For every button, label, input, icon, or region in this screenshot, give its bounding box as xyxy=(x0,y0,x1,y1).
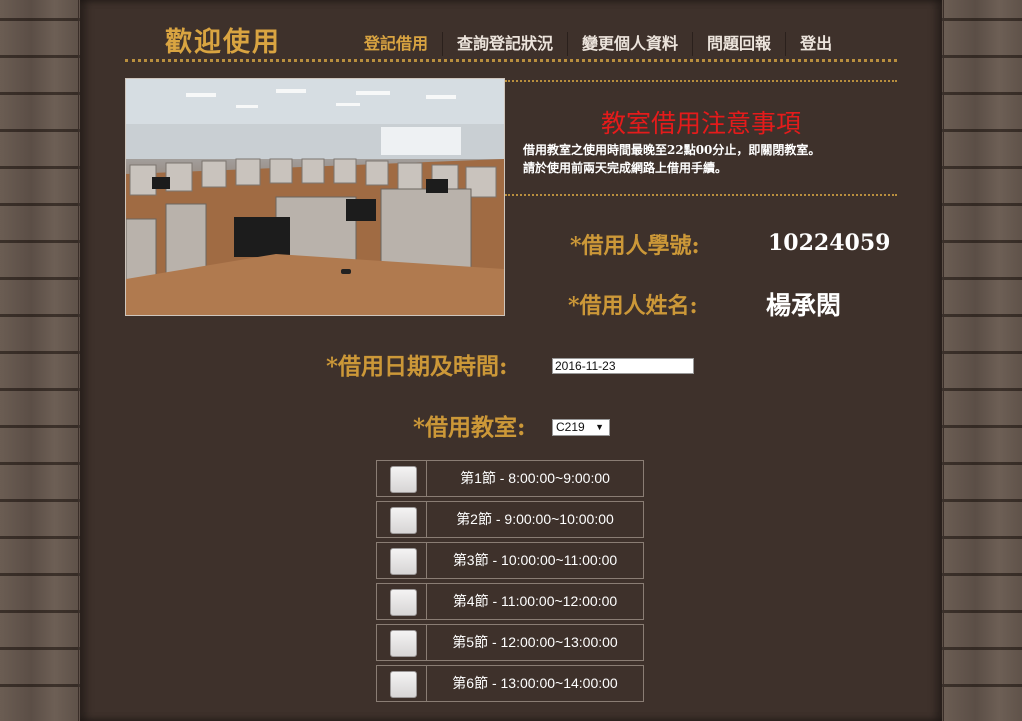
period-row: 第2節 - 9:00:00~10:00:00 xyxy=(376,501,644,538)
period-checkbox-cell xyxy=(377,461,427,496)
period-6-checkbox[interactable] xyxy=(390,671,417,698)
period-3-checkbox[interactable] xyxy=(390,548,417,575)
room-select-value: C219 xyxy=(556,420,585,434)
welcome-title: 歡迎使用 xyxy=(165,27,281,58)
notice-line: 請於使用前兩天完成網路上借用手續。 xyxy=(523,161,728,175)
period-1-checkbox[interactable] xyxy=(390,466,417,493)
period-4-checkbox[interactable] xyxy=(390,589,417,616)
period-row: 第1節 - 8:00:00~9:00:00 xyxy=(376,460,644,497)
classroom-photo xyxy=(125,78,505,316)
period-label: 第5節 - 12:00:00~13:00:00 xyxy=(452,634,618,650)
period-label: 第4節 - 11:00:00~12:00:00 xyxy=(452,593,618,609)
period-row: 第3節 - 10:00:00~11:00:00 xyxy=(376,542,644,579)
period-row: 第6節 - 13:00:00~14:00:00 xyxy=(376,665,644,702)
period-row: 第4節 - 11:00:00~12:00:00 xyxy=(376,583,644,620)
nav-query-status[interactable]: 查詢登記狀況 xyxy=(442,32,567,56)
period-row: 第5節 - 12:00:00~13:00:00 xyxy=(376,624,644,661)
period-checkbox-cell xyxy=(377,543,427,578)
period-checkbox-cell xyxy=(377,666,427,701)
chevron-down-icon: ▼ xyxy=(595,422,604,432)
period-list: 第1節 - 8:00:00~9:00:00 第2節 - 9:00:00~10:0… xyxy=(376,460,646,706)
wood-background-right xyxy=(943,0,1022,721)
period-5-checkbox[interactable] xyxy=(390,630,417,657)
notice-line: 借用教室之使用時間最晚至22點00分止，即關閉教室。 xyxy=(523,143,821,157)
period-checkbox-cell xyxy=(377,625,427,660)
nav-logout[interactable]: 登出 xyxy=(785,32,846,56)
name-value: 楊承閎 xyxy=(766,291,842,320)
nav-register[interactable]: 登記借用 xyxy=(350,32,442,56)
name-label: *借用人姓名: xyxy=(568,293,698,319)
top-nav: 登記借用 查詢登記狀況 變更個人資料 問題回報 登出 xyxy=(350,32,846,56)
datetime-label: *借用日期及時間: xyxy=(326,353,508,380)
period-2-checkbox[interactable] xyxy=(390,507,417,534)
room-label: *借用教室: xyxy=(413,414,526,441)
wood-background-left xyxy=(0,0,79,721)
nav-edit-profile[interactable]: 變更個人資料 xyxy=(567,32,692,56)
nav-report-issue[interactable]: 問題回報 xyxy=(692,32,785,56)
notice-title: 教室借用注意事項 xyxy=(600,109,801,138)
period-label: 第3節 - 10:00:00~11:00:00 xyxy=(452,552,618,568)
period-label: 第6節 - 13:00:00~14:00:00 xyxy=(452,675,618,691)
main-panel: 歡迎使用 登記借用 查詢登記狀況 變更個人資料 問題回報 登出 教室借用注意事項… xyxy=(80,0,942,721)
period-checkbox-cell xyxy=(377,584,427,619)
notice-divider-top xyxy=(505,80,897,82)
period-label: 第2節 - 9:00:00~10:00:00 xyxy=(456,511,614,527)
period-checkbox-cell xyxy=(377,502,427,537)
student-id-value: 10224059 xyxy=(768,230,891,256)
student-id-label: *借用人學號: xyxy=(570,233,700,259)
notice-divider-bottom xyxy=(505,194,897,196)
period-label: 第1節 - 8:00:00~9:00:00 xyxy=(460,470,610,486)
header-divider xyxy=(125,59,897,62)
date-input[interactable]: 2016-11-23 xyxy=(552,358,694,374)
room-select[interactable]: C219 ▼ xyxy=(552,419,610,436)
